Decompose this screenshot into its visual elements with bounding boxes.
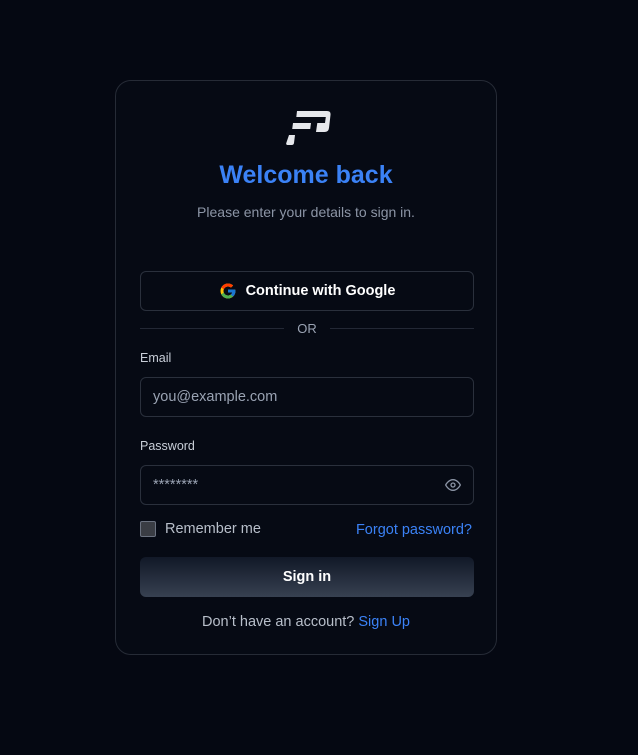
password-label: Password — [140, 439, 195, 453]
email-field-box[interactable] — [140, 377, 474, 417]
signup-row: Don’t have an account? Sign Up — [116, 614, 496, 630]
sign-in-button[interactable]: Sign in — [140, 557, 474, 597]
or-divider: OR — [140, 319, 474, 337]
page-title: Welcome back — [219, 161, 393, 189]
google-g-icon — [220, 283, 236, 299]
eye-icon[interactable] — [445, 477, 461, 493]
brand-logo-icon — [286, 111, 331, 145]
signup-prompt: Don’t have an account? — [202, 614, 355, 630]
login-card: Welcome back Please enter your details t… — [115, 80, 497, 655]
email-label: Email — [140, 351, 172, 365]
divider-text: OR — [297, 320, 317, 336]
sign-up-link[interactable]: Sign Up — [358, 614, 410, 630]
divider-line-left — [140, 327, 285, 329]
remember-me-option[interactable]: Remember me — [140, 521, 261, 537]
forgot-password-link[interactable]: Forgot password? — [356, 522, 472, 538]
google-button-label: Continue with Google — [245, 283, 396, 299]
password-field-box[interactable] — [140, 465, 474, 505]
remember-me-label: Remember me — [165, 521, 261, 537]
password-field[interactable] — [153, 477, 445, 493]
email-field[interactable] — [153, 389, 461, 405]
continue-with-google-button[interactable]: Continue with Google — [140, 271, 474, 311]
remember-me-checkbox[interactable] — [140, 521, 156, 537]
page-subtitle: Please enter your details to sign in. — [197, 204, 415, 220]
divider-line-right — [329, 327, 474, 329]
